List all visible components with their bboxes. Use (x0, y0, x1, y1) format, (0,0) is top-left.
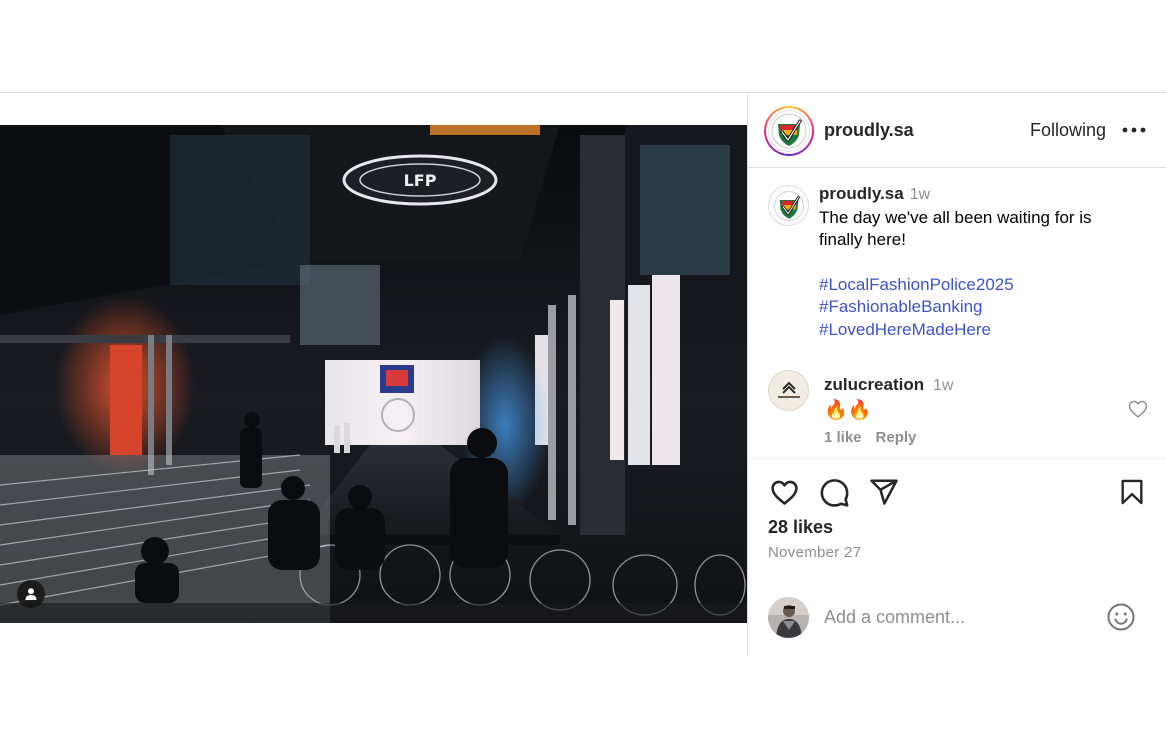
likes-count[interactable]: 28 likes (768, 517, 833, 538)
comment-composer (748, 577, 1166, 656)
more-options-button[interactable] (1120, 119, 1148, 141)
logo-shield-check (771, 113, 807, 149)
post-photo[interactable]: LFP (0, 125, 747, 623)
post-dialog: LFP proudly.sa Following proudly.sa 1w T… (0, 92, 1166, 656)
media-pane: LFP (0, 93, 747, 656)
avatar-ring-inner (766, 108, 812, 154)
caption-text-block: proudly.sa 1w The day we've all been wait… (819, 183, 1139, 341)
comment-input[interactable] (824, 601, 1094, 633)
header-avatar[interactable] (764, 106, 814, 156)
zulucreation-logo (777, 381, 800, 398)
proudly-sa-logo (768, 110, 810, 152)
smiley-icon (1107, 603, 1135, 631)
current-user-avatar[interactable] (768, 597, 809, 638)
comment-text: 🔥🔥 (824, 400, 872, 421)
svg-text:LFP: LFP (404, 171, 437, 190)
top-margin (0, 0, 1166, 92)
header-username[interactable]: proudly.sa (824, 120, 914, 141)
bottom-margin (0, 656, 1166, 745)
save-button[interactable] (1116, 476, 1148, 508)
bookmark-icon (1121, 479, 1143, 505)
proudly-sa-logo-small (773, 190, 804, 221)
comment-button[interactable] (818, 476, 850, 508)
user-photo-icon (768, 597, 809, 638)
more-horizontal-icon (1122, 127, 1146, 133)
comment-timestamp: 1w (933, 377, 954, 394)
paper-plane-icon (870, 479, 898, 505)
caption-username[interactable]: proudly.sa (819, 184, 904, 203)
post-header: proudly.sa Following (748, 93, 1166, 168)
hashtag-list: #LocalFashionPolice2025 #FashionableBank… (819, 274, 1139, 342)
caption-body: The day we've all been waiting for is fi… (819, 207, 1092, 250)
comment-meta: 1 like Reply (824, 429, 930, 446)
comment-like-button[interactable] (1127, 398, 1149, 420)
heart-icon (770, 480, 798, 505)
photo-fashion-runway-venue: LFP (0, 125, 747, 623)
hashtag-link[interactable]: #LovedHereMadeHere (819, 319, 1139, 342)
post-sidebar: proudly.sa Following proudly.sa 1w The d… (747, 93, 1166, 656)
like-button[interactable] (768, 476, 800, 508)
comment-item: zulucreation 1w 🔥🔥 1 like Reply (748, 366, 1166, 461)
emoji-picker-button[interactable] (1106, 602, 1138, 634)
caption-timestamp: 1w (909, 186, 931, 203)
heart-icon (1128, 400, 1148, 418)
user-tag-icon (25, 588, 37, 600)
comment-reply-button[interactable]: Reply (876, 429, 917, 446)
comment-username[interactable]: zulucreation (824, 375, 924, 395)
hashtag-link[interactable]: #FashionableBanking (819, 296, 1139, 319)
comment-likes-count[interactable]: 1 like (824, 429, 862, 446)
following-button[interactable]: Following (1030, 120, 1106, 141)
comment-bubble-icon (820, 478, 848, 507)
user-tag-button[interactable] (17, 580, 45, 608)
commenter-avatar[interactable] (768, 370, 809, 411)
caption-avatar[interactable] (768, 185, 809, 226)
share-button[interactable] (868, 476, 900, 508)
actions-divider (748, 458, 1166, 459)
post-date[interactable]: November 27 (768, 544, 861, 561)
hashtag-link[interactable]: #LocalFashionPolice2025 (819, 274, 1139, 297)
